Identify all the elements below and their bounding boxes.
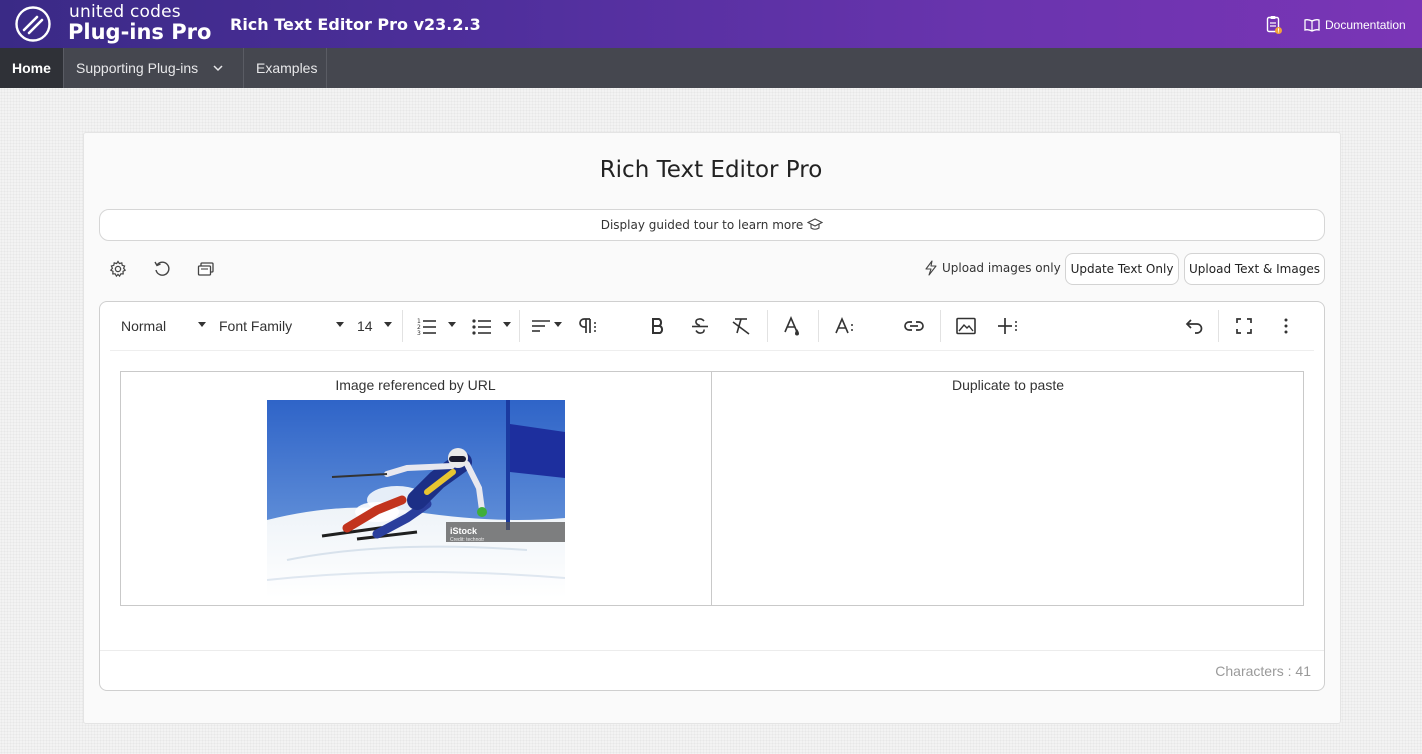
nav-item-home[interactable]: Home — [0, 48, 64, 88]
guided-tour-label: Display guided tour to learn more — [600, 218, 804, 232]
table-cell-divider — [711, 371, 712, 606]
font-size-caret-icon[interactable] — [384, 322, 392, 327]
book-open-icon — [1304, 19, 1320, 32]
font-family-caret-icon[interactable] — [336, 322, 344, 327]
page-title: Rich Text Editor Pro — [599, 157, 823, 183]
main-nav: Home Supporting Plug-ins Examples — [0, 48, 1422, 88]
font-family-select[interactable]: Font Family — [219, 318, 292, 334]
image-watermark-text: iStock — [450, 526, 478, 536]
united-codes-logo-icon[interactable] — [14, 5, 52, 43]
guided-tour-button[interactable]: Display guided tour to learn more — [99, 209, 1325, 241]
clipboard-alert-icon[interactable] — [1264, 15, 1284, 35]
settings-gear-icon[interactable] — [108, 259, 128, 279]
more-options-icon[interactable] — [1275, 315, 1297, 337]
toolbar-separator — [767, 310, 768, 342]
upload-images-only-button[interactable]: Upload images only — [924, 260, 1061, 276]
align-caret-icon[interactable] — [554, 322, 562, 327]
fullscreen-icon[interactable] — [1233, 315, 1255, 337]
update-text-only-button[interactable]: Update Text Only — [1065, 253, 1179, 285]
clear-formatting-icon[interactable] — [730, 315, 752, 337]
brand-line2: Plug-ins Pro — [68, 20, 212, 44]
app-title: Rich Text Editor Pro v23.2.3 — [230, 15, 481, 34]
ordered-list-icon[interactable]: 1 2 3 — [416, 315, 438, 337]
image-credit-text: Credit: technotr — [450, 537, 485, 543]
table-cell-caption-left[interactable]: Image referenced by URL — [120, 377, 711, 393]
bold-icon[interactable] — [647, 315, 669, 337]
toolbar-separator — [1218, 310, 1219, 342]
font-size-select[interactable]: 14 — [357, 318, 373, 334]
paragraph-format-icon[interactable] — [577, 315, 599, 337]
font-size-style-icon[interactable] — [834, 315, 856, 337]
lightning-bolt-icon — [925, 260, 937, 276]
upload-images-only-label: Upload images only — [942, 261, 1061, 275]
insert-link-icon[interactable] — [903, 315, 925, 337]
nav-item-supporting-plugins[interactable]: Supporting Plug-ins — [64, 48, 244, 88]
ordered-list-caret-icon[interactable] — [448, 322, 456, 327]
strikethrough-icon[interactable] — [689, 315, 711, 337]
preview-window-icon[interactable] — [196, 259, 216, 279]
skier-image-graphic: iStock Credit: technotr — [267, 400, 565, 598]
nav-supporting-label: Supporting Plug-ins — [76, 60, 199, 76]
svg-text:3: 3 — [417, 330, 421, 337]
block-format-caret-icon[interactable] — [198, 322, 206, 327]
reset-icon[interactable] — [152, 259, 172, 279]
block-format-select[interactable]: Normal — [121, 318, 166, 334]
toolbar-separator — [818, 310, 819, 342]
toolbar-separator — [519, 310, 520, 342]
documentation-link[interactable]: Documentation — [1304, 16, 1406, 34]
graduation-cap-icon — [807, 218, 824, 230]
documentation-label: Documentation — [1325, 18, 1406, 32]
upload-text-images-label: Upload Text & Images — [1189, 262, 1320, 276]
chevron-down-icon — [213, 65, 223, 72]
toolbar-separator — [940, 310, 941, 342]
align-left-icon[interactable] — [531, 315, 553, 337]
upload-text-images-button[interactable]: Upload Text & Images — [1184, 253, 1325, 285]
nav-examples-label: Examples — [256, 60, 318, 76]
app-header: united codes Plug-ins Pro Rich Text Edit… — [0, 0, 1422, 48]
bullet-list-icon[interactable] — [471, 315, 493, 337]
toolbar-separator — [402, 310, 403, 342]
skier-image[interactable]: iStock Credit: technotr — [267, 400, 565, 598]
nav-home-label: Home — [12, 60, 51, 76]
insert-image-icon[interactable] — [955, 315, 977, 337]
undo-icon[interactable] — [1182, 315, 1204, 337]
update-text-only-label: Update Text Only — [1070, 262, 1174, 276]
nav-item-examples[interactable]: Examples — [244, 48, 327, 88]
insert-more-icon[interactable] — [997, 315, 1019, 337]
table-cell-caption-right[interactable]: Duplicate to paste — [712, 377, 1304, 393]
text-color-icon[interactable] — [782, 315, 804, 337]
brand-line1: united codes — [69, 2, 181, 22]
bullet-list-caret-icon[interactable] — [503, 322, 511, 327]
editor-footer-divider — [100, 650, 1324, 651]
character-count: Characters : 41 — [1215, 663, 1311, 679]
toolbar-divider — [110, 350, 1314, 351]
